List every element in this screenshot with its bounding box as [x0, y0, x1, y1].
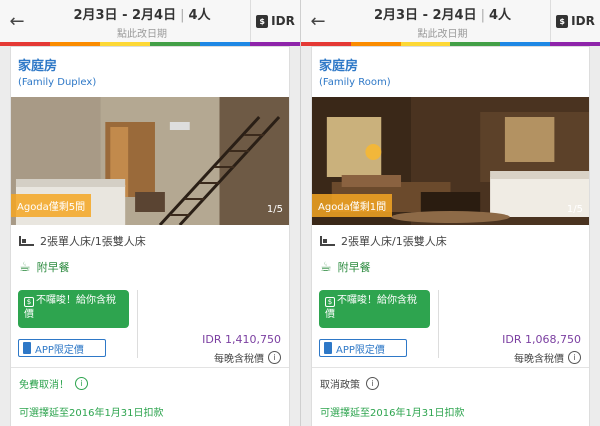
- info-icon[interactable]: i: [366, 377, 379, 390]
- room-photo[interactable]: Agoda僅剩5間 1/5: [11, 97, 289, 225]
- photo-counter: 1/5: [266, 204, 283, 215]
- availability-badge: Agoda僅剩5間: [11, 194, 92, 217]
- info-icon[interactable]: i: [75, 377, 88, 390]
- guest-count: 4人: [488, 8, 512, 23]
- promo-label: 不囉唆！給你含稅價: [24, 295, 116, 320]
- room-name: 家庭房: [319, 59, 359, 74]
- cancellation-policy[interactable]: 免費取消！ i: [19, 376, 88, 391]
- coffee-cup-icon: ☕: [320, 259, 332, 275]
- bed-info: 2張單人床/1張雙人床: [320, 233, 447, 249]
- screen-family-room: ← 2月3日 - 2月4日 | 4人 點此改日期 $ IDR 家庭房 (Family…: [300, 0, 600, 426]
- price-currency: IDR: [202, 333, 222, 346]
- availability-badge: Agoda僅剩1間: [312, 194, 393, 217]
- date-selector[interactable]: 2月3日 - 2月4日 | 4人 點此改日期: [335, 2, 550, 40]
- cancel-label: 取消政策: [320, 380, 360, 391]
- screen-family-duplex: ← 2月3日 - 2月4日 | 4人 點此改日期 $ IDR 家庭房 (Family…: [0, 0, 300, 426]
- cancellation-policy[interactable]: 取消政策 i: [320, 376, 379, 391]
- delayed-payment-note: 可選擇延至2016年1月31日扣款: [19, 408, 164, 419]
- bed-label: 2張單人床/1張雙人床: [40, 235, 146, 248]
- app-price-button[interactable]: APP限定價: [18, 339, 106, 357]
- arrow-left-icon[interactable]: ←: [301, 0, 335, 42]
- separator: |: [480, 8, 485, 23]
- coffee-cup-icon: ☕: [19, 259, 31, 275]
- currency-button[interactable]: $ IDR: [550, 0, 600, 42]
- divider: [312, 367, 589, 368]
- date-range: 2月3日 - 2月4日: [373, 8, 477, 23]
- room-name: 家庭房: [18, 59, 58, 74]
- promo-label: 不囉唆！給你含稅價: [325, 295, 417, 320]
- room-card[interactable]: 家庭房 (Family Duplex) Agoda僅剩5間 1/5 2張單人床/…: [10, 46, 290, 426]
- arrow-left-icon[interactable]: ←: [0, 0, 34, 42]
- info-icon[interactable]: i: [568, 351, 581, 364]
- divider: [137, 290, 138, 358]
- guest-count: 4人: [188, 8, 211, 23]
- top-bar: ← 2月3日 - 2月4日 | 4人 點此改日期 $ IDR: [301, 0, 600, 42]
- separator: |: [180, 8, 185, 23]
- room-photo[interactable]: Agoda僅剩1間 1/5: [312, 97, 589, 225]
- bed-icon: [19, 236, 34, 246]
- room-card[interactable]: 家庭房 (Family Room) Agoda僅剩1間 1/5 2張單人床/1張…: [311, 46, 590, 426]
- date-selector[interactable]: 2月3日 - 2月4日 | 4人 點此改日期: [34, 2, 250, 40]
- date-range: 2月3日 - 2月4日: [73, 8, 177, 23]
- bed-info: 2張單人床/1張雙人床: [19, 233, 146, 249]
- currency-button[interactable]: $ IDR: [250, 0, 300, 42]
- app-price-label: APP限定價: [35, 344, 84, 356]
- divider: [438, 290, 439, 358]
- change-date-hint: 點此改日期: [117, 29, 167, 40]
- app-price-label: APP限定價: [336, 344, 385, 356]
- currency-label: IDR: [271, 14, 295, 28]
- top-bar: ← 2月3日 - 2月4日 | 4人 點此改日期 $ IDR: [0, 0, 300, 42]
- breakfast-info: ☕ 附早餐: [19, 259, 70, 275]
- phone-icon: [23, 342, 31, 354]
- breakfast-label: 附早餐: [36, 261, 70, 274]
- delayed-payment-note: 可選擇延至2016年1月31日扣款: [320, 408, 465, 419]
- tax-included-promo[interactable]: $ 不囉唆！給你含稅價: [18, 290, 129, 328]
- shopping-bag-icon: $: [256, 14, 269, 28]
- breakfast-label: 附早餐: [337, 261, 371, 274]
- breakfast-info: ☕ 附早餐: [320, 259, 371, 275]
- shopping-bag-icon: $: [325, 297, 335, 307]
- tax-included-promo[interactable]: $ 不囉唆！給你含稅價: [319, 290, 430, 328]
- phone-icon: [324, 342, 332, 354]
- photo-counter: 1/5: [566, 204, 583, 215]
- shopping-bag-icon: $: [24, 297, 34, 307]
- divider: [11, 367, 289, 368]
- bed-label: 2張單人床/1張雙人床: [341, 235, 447, 248]
- price-note: 每晚含稅價: [214, 354, 264, 365]
- currency-label: IDR: [571, 14, 595, 28]
- app-price-button[interactable]: APP限定價: [319, 339, 407, 357]
- price-block: IDR 1,068,750 每晚含稅價 i: [502, 333, 581, 365]
- change-date-hint: 點此改日期: [417, 29, 468, 40]
- price-currency: IDR: [502, 333, 522, 346]
- info-icon[interactable]: i: [268, 351, 281, 364]
- room-name-en: (Family Duplex): [18, 77, 97, 88]
- shopping-bag-icon: $: [556, 14, 569, 28]
- price-block: IDR 1,410,750 每晚含稅價 i: [202, 333, 281, 365]
- price-amount: 1,068,750: [525, 333, 581, 346]
- screens: ← 2月3日 - 2月4日 | 4人 點此改日期 $ IDR 家庭房 (Family…: [0, 0, 600, 426]
- price-amount: 1,410,750: [225, 333, 281, 346]
- price-note: 每晚含稅價: [514, 354, 564, 365]
- bed-icon: [320, 236, 335, 246]
- room-name-en: (Family Room): [319, 77, 391, 88]
- cancel-label: 免費取消！: [19, 380, 69, 391]
